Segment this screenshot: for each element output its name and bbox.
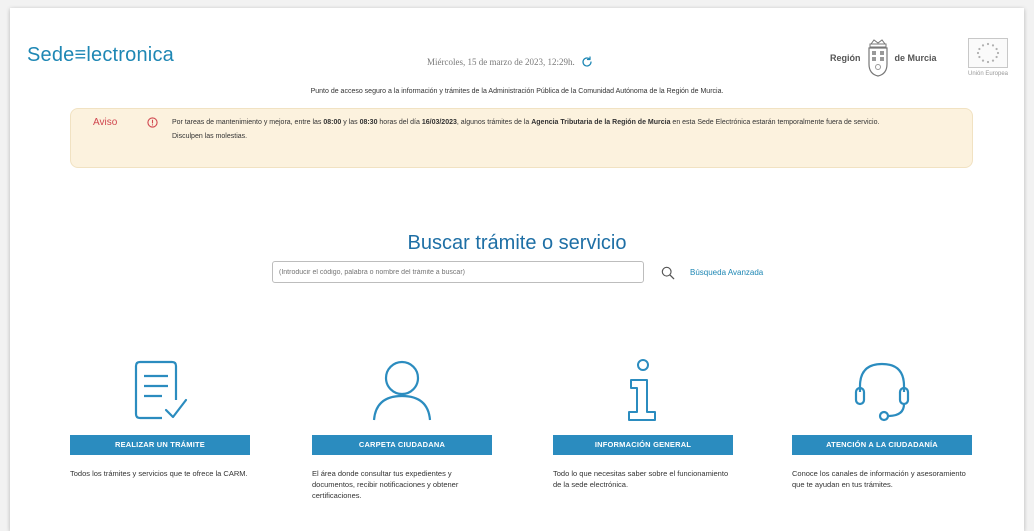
card-button[interactable]: INFORMACIÓN GENERAL bbox=[553, 435, 733, 455]
region-label-right: de Murcia bbox=[894, 53, 937, 63]
card-description: Todo lo que necesitas saber sobre el fun… bbox=[553, 469, 729, 489]
notice-paragraph-1: Por tareas de mantenimiento y mejora, en… bbox=[172, 117, 967, 129]
notice-agency: Agencia Tributaria de la Región de Murci… bbox=[531, 119, 671, 126]
user-icon bbox=[372, 360, 432, 421]
card-button[interactable]: REALIZAR UN TRÁMITE bbox=[70, 435, 250, 455]
notice-title: Aviso bbox=[93, 117, 118, 128]
eu-label: Unión Europea bbox=[967, 71, 1009, 77]
alert-icon bbox=[147, 117, 158, 128]
card-button[interactable]: CARPETA CIUDADANA bbox=[312, 435, 492, 455]
card-description: Todos los trámites y servicios que te of… bbox=[70, 469, 248, 478]
eu-flag-icon bbox=[968, 38, 1008, 68]
notice-date: 16/03/2023 bbox=[421, 119, 457, 126]
sede-electronica-logo[interactable]: Sede≡lectronica bbox=[27, 44, 174, 67]
notice-text: horas del día bbox=[377, 119, 422, 126]
info-icon bbox=[628, 359, 656, 421]
region-murcia-logo[interactable]: Región de Murcia bbox=[830, 38, 937, 78]
notice-text: en esta Sede Electrónica estarán tempora… bbox=[670, 119, 880, 126]
notice-paragraph-2: Disculpen las molestias. bbox=[172, 133, 248, 140]
refresh-icon[interactable] bbox=[581, 56, 593, 68]
maintenance-notice: Aviso Por tareas de mantenimiento y mejo… bbox=[70, 108, 973, 168]
crest-icon bbox=[867, 39, 888, 77]
page: Sede≡lectronica Miércoles, 15 de marzo d… bbox=[10, 8, 1024, 531]
search-input[interactable] bbox=[272, 261, 644, 283]
region-label-left: Región bbox=[830, 53, 861, 63]
datetime-text: Miércoles, 15 de marzo de 2023, 12:29h. bbox=[427, 57, 575, 67]
notice-body: Por tareas de mantenimiento y mejora, en… bbox=[172, 117, 967, 143]
search-title: Buscar trámite o servicio bbox=[407, 232, 627, 254]
card-button[interactable]: ATENCIÓN A LA CIUDADANÍA bbox=[792, 435, 972, 455]
notice-time-end: 08:30 bbox=[359, 119, 378, 126]
advanced-search-link[interactable]: Búsqueda Avanzada bbox=[690, 268, 763, 277]
headset-icon bbox=[854, 362, 910, 422]
notice-time-start: 08:00 bbox=[323, 119, 342, 126]
card-description: El área donde consultar tus expedientes … bbox=[312, 469, 459, 500]
eu-logo[interactable]: Unión Europea bbox=[960, 38, 1016, 77]
current-datetime: Miércoles, 15 de marzo de 2023, 12:29h. bbox=[427, 56, 593, 68]
notice-text: y las bbox=[341, 119, 360, 126]
notice-text: Por tareas de mantenimiento y mejora, en… bbox=[172, 119, 324, 126]
notice-text: , algunos trámites de la bbox=[456, 119, 532, 126]
tagline: Punto de acceso seguro a la información … bbox=[310, 88, 724, 95]
card-description: Conoce los canales de información y ases… bbox=[792, 469, 966, 489]
search-icon[interactable] bbox=[661, 266, 675, 280]
document-check-icon bbox=[134, 360, 188, 420]
